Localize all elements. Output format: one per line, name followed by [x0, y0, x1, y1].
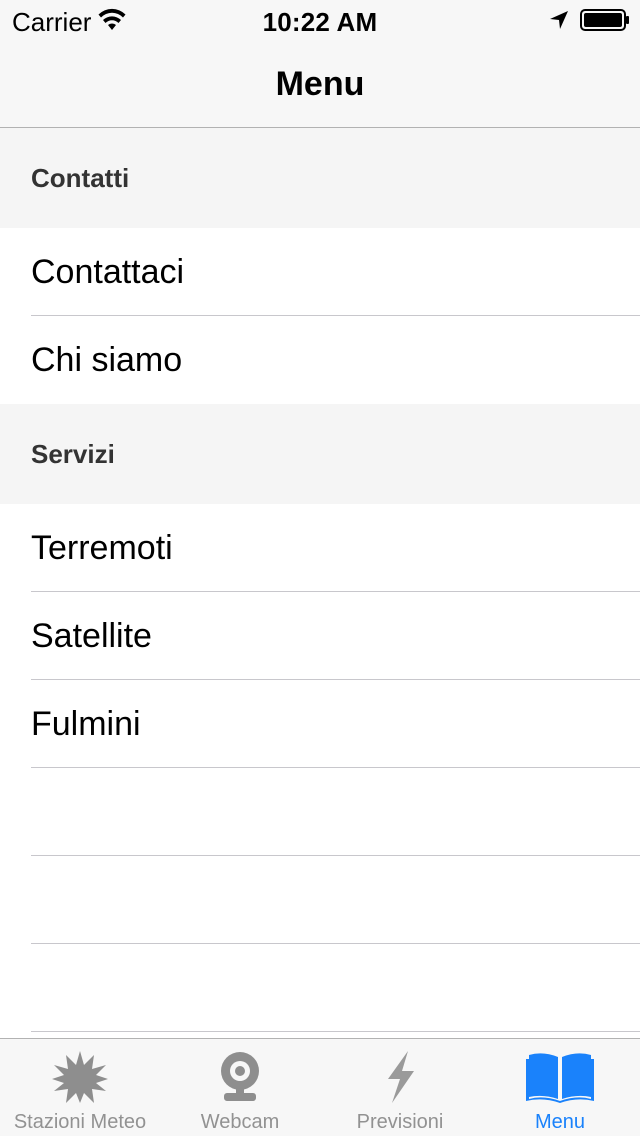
list-item-label: Contattaci: [31, 253, 185, 291]
list-item-label: Fulmini: [31, 705, 141, 743]
open-book-icon: [526, 1053, 594, 1103]
list-item-label: Satellite: [31, 617, 152, 655]
menu-screen: Carrier 10:22 AM Menu Contatti Contattac…: [0, 0, 640, 1136]
menu-list: Contatti Contattaci Chi siamo Servizi Te…: [0, 128, 640, 1032]
status-bar: Carrier 10:22 AM: [0, 0, 640, 40]
empty-row: [0, 768, 640, 856]
tab-bar: Stazioni Meteo Webcam Previsioni Menu: [0, 1038, 640, 1136]
navigation-bar: Carrier 10:22 AM Menu: [0, 0, 640, 128]
tab-webcam[interactable]: Webcam: [160, 1039, 320, 1136]
list-item-label: Chi siamo: [31, 341, 183, 379]
page-title: Menu: [275, 65, 365, 103]
row-separator: [31, 1031, 640, 1032]
section-header-servizi: Servizi: [0, 404, 640, 504]
section-header-label: Servizi: [31, 439, 115, 469]
sun-burst-icon: [52, 1051, 108, 1103]
list-item-contattaci[interactable]: Contattaci: [0, 228, 640, 316]
location-arrow-icon: [550, 11, 568, 29]
list-item-label: Terremoti: [31, 529, 173, 567]
tab-label: Stazioni Meteo: [13, 1111, 147, 1133]
tab-previsioni[interactable]: Previsioni: [320, 1039, 480, 1136]
tab-label: Menu: [534, 1111, 586, 1133]
list-item-satellite[interactable]: Satellite: [0, 592, 640, 680]
lightning-icon: [388, 1051, 414, 1103]
section-header-label: Contatti: [31, 163, 130, 193]
tab-label: Webcam: [200, 1111, 280, 1133]
empty-row: [0, 944, 640, 1032]
webcam-icon: [221, 1052, 259, 1101]
tab-label: Previsioni: [356, 1111, 444, 1133]
empty-row: [0, 856, 640, 944]
battery-full-icon: [580, 9, 629, 31]
list-item-chi-siamo[interactable]: Chi siamo: [0, 316, 640, 404]
list-item-fulmini[interactable]: Fulmini: [0, 680, 640, 768]
tab-stazioni-meteo[interactable]: Stazioni Meteo: [0, 1039, 160, 1136]
section-header-contatti: Contatti: [0, 128, 640, 228]
status-time: 10:22 AM: [262, 7, 378, 37]
tab-menu[interactable]: Menu: [480, 1039, 640, 1136]
list-item-terremoti[interactable]: Terremoti: [0, 504, 640, 592]
